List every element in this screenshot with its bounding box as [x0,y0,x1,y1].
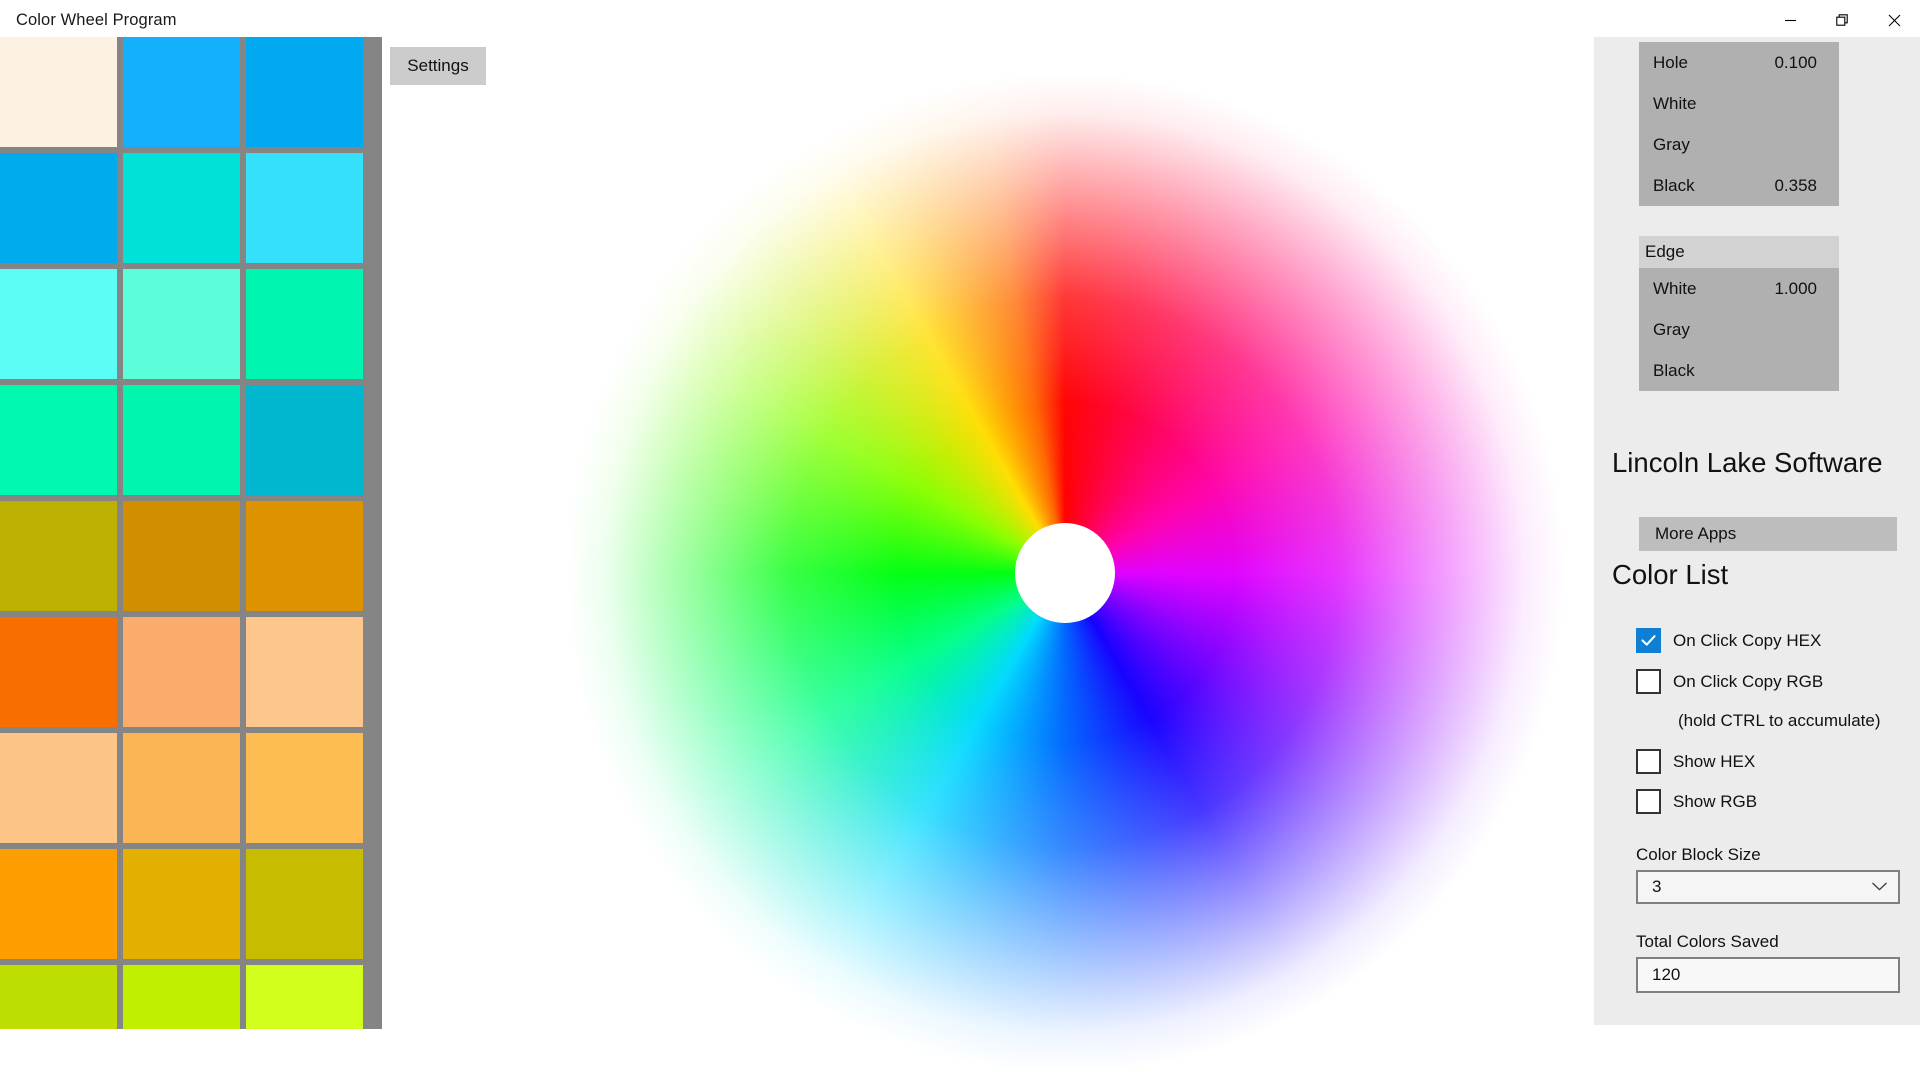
color-swatch[interactable] [123,733,240,843]
hole-row-value: 0.358 [1774,175,1817,195]
total-colors-saved-value: 120 [1652,965,1681,984]
color-block-size-value: 3 [1652,877,1662,896]
accumulate-hint: (hold CTRL to accumulate) [1678,711,1881,730]
chevron-down-icon [1871,877,1888,897]
color-block-size-label: Color Block Size [1636,845,1761,864]
color-swatch[interactable] [123,269,240,379]
window-controls [1764,0,1920,40]
hole-list-row[interactable]: Gray [1639,124,1839,165]
color-swatch[interactable] [0,501,117,611]
color-wheel-area [500,40,1630,1080]
hole-list-row[interactable]: Hole 0.100 [1639,42,1839,83]
color-swatch[interactable] [0,153,117,263]
color-swatch-grid[interactable] [0,37,382,1029]
color-swatch[interactable] [0,965,117,1029]
close-icon [1888,14,1901,27]
minimize-button[interactable] [1764,0,1816,40]
title-bar: Color Wheel Program [0,0,1920,40]
color-block-size-select[interactable]: 3 [1636,870,1900,904]
brand-name: Lincoln Lake Software [1612,447,1883,478]
checkbox-show-rgb[interactable]: Show RGB [1636,789,1757,814]
restore-icon [1835,13,1849,27]
color-swatch[interactable] [0,37,117,147]
hole-list-row[interactable]: Black 0.358 [1639,165,1839,206]
checkbox-label-copy-hex: On Click Copy HEX [1673,630,1822,650]
edge-settings-list[interactable]: Edge White 1.000 Gray Black [1639,236,1839,391]
color-swatch[interactable] [246,501,363,611]
color-swatch[interactable] [123,501,240,611]
checkbox-on-click-copy-hex[interactable]: On Click Copy HEX [1636,628,1821,653]
hole-row-value: 0.100 [1774,52,1817,72]
hole-row-label: Gray [1653,134,1690,154]
color-swatch[interactable] [123,37,240,147]
color-swatch[interactable] [0,269,117,379]
edge-list-row[interactable]: Black [1639,350,1839,391]
edge-list-row[interactable]: White 1.000 [1639,268,1839,309]
color-swatch[interactable] [0,385,117,495]
edge-row-value: 1.000 [1774,278,1817,298]
color-swatch[interactable] [123,965,240,1029]
color-swatch[interactable] [246,385,363,495]
check-icon [1641,635,1656,646]
color-grid-scrollbar[interactable] [378,37,382,1029]
settings-panel: Hole 0.100 White Gray Black 0.358 Edge White 1… [1594,37,1920,1025]
edge-list-rows: White 1.000 Gray Black [1639,268,1839,391]
color-swatch[interactable] [246,153,363,263]
checkbox-box-show-hex[interactable] [1636,749,1661,774]
close-button[interactable] [1868,0,1920,40]
hole-list-row[interactable]: White [1639,83,1839,124]
color-swatch[interactable] [0,617,117,727]
checkbox-box-copy-rgb[interactable] [1636,669,1661,694]
color-swatch[interactable] [246,733,363,843]
checkbox-label-show-rgb: Show RGB [1673,791,1758,811]
total-colors-saved-label: Total Colors Saved [1636,932,1779,951]
settings-button[interactable]: Settings [390,47,486,85]
color-swatch[interactable] [246,617,363,727]
checkbox-on-click-copy-rgb[interactable]: On Click Copy RGB [1636,669,1823,694]
color-swatch-grid-inner [0,37,363,1029]
color-swatch[interactable] [246,965,363,1029]
minimize-icon [1784,14,1797,27]
restore-button[interactable] [1816,0,1868,40]
color-swatch[interactable] [123,617,240,727]
hole-row-label: Hole [1653,52,1688,72]
color-list-title: Color List [1612,559,1729,590]
color-swatch[interactable] [0,849,117,959]
total-colors-saved-input[interactable]: 120 [1636,957,1900,993]
edge-list-header: Edge [1639,236,1839,268]
color-swatch[interactable] [246,269,363,379]
color-swatch[interactable] [123,849,240,959]
checkbox-label-show-hex: Show HEX [1673,751,1756,771]
edge-row-label: Gray [1653,319,1690,339]
hole-settings-list[interactable]: Hole 0.100 White Gray Black 0.358 [1639,42,1839,206]
color-wheel-hole [1015,523,1115,623]
edge-row-label: White [1653,278,1697,298]
checkbox-box-copy-hex[interactable] [1636,628,1661,653]
color-swatch[interactable] [246,849,363,959]
edge-row-label: Black [1653,360,1695,380]
color-swatch[interactable] [123,385,240,495]
more-apps-button[interactable]: More Apps [1639,517,1897,551]
checkbox-box-show-rgb[interactable] [1636,789,1661,814]
app-window: Color Wheel Program Settings Hole 0.100 … [0,0,1920,1080]
color-swatch[interactable] [0,733,117,843]
color-swatch[interactable] [246,37,363,147]
window-title: Color Wheel Program [16,11,177,29]
checkbox-show-hex[interactable]: Show HEX [1636,749,1755,774]
hole-row-label: Black [1653,175,1695,195]
hole-row-label: White [1653,93,1697,113]
color-swatch[interactable] [123,153,240,263]
checkbox-label-copy-rgb: On Click Copy RGB [1673,671,1824,691]
edge-list-row[interactable]: Gray [1639,309,1839,350]
